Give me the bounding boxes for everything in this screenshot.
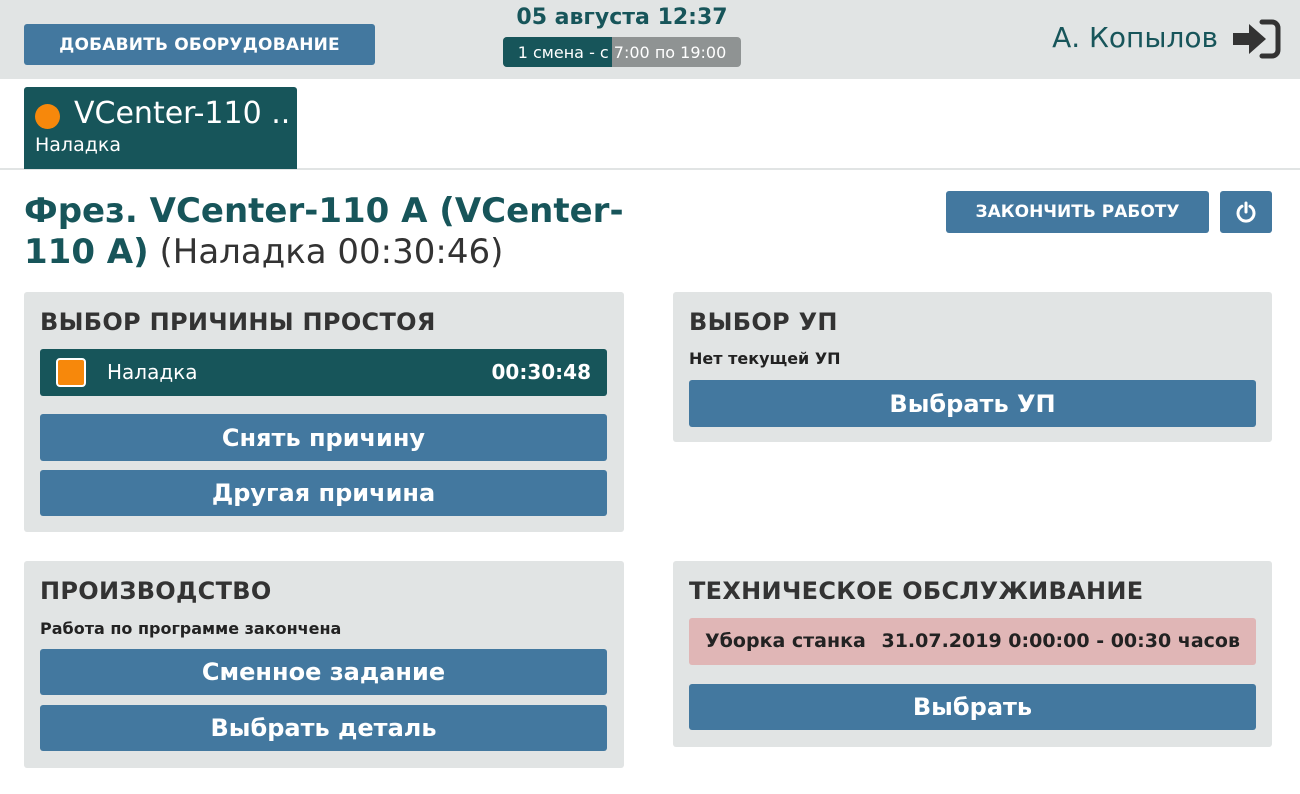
maintenance-title: ТЕХНИЧЕСКОЕ ОБСЛУЖИВАНИЕ — [689, 577, 1144, 605]
machine-tab-status: Наладка — [35, 134, 121, 156]
production-title: ПРОИЗВОДСТВО — [40, 577, 272, 605]
remove-reason-button[interactable]: Снять причину — [40, 414, 607, 461]
reason-timer: 00:30:48 — [491, 360, 592, 384]
maintenance-item-schedule: 31.07.2019 0:00:00 - 00:30 часов — [881, 630, 1240, 652]
machine-tab[interactable]: VCenter-110 .. Наладка — [24, 87, 297, 169]
status-dot-icon — [35, 104, 60, 129]
reason-color-swatch — [56, 358, 86, 387]
select-program-button[interactable]: Выбрать УП — [689, 380, 1256, 427]
select-maintenance-button[interactable]: Выбрать — [689, 684, 1256, 730]
power-icon — [1236, 201, 1256, 223]
program-panel: ВЫБОР УП Нет текущей УП Выбрать УП — [673, 292, 1272, 442]
production-note: Работа по программе закончена — [40, 619, 342, 638]
reason-label: Наладка — [107, 360, 198, 384]
downtime-panel: ВЫБОР ПРИЧИНЫ ПРОСТОЯ Наладка 00:30:48 С… — [24, 292, 624, 532]
production-panel: ПРОИЗВОДСТВО Работа по программе законче… — [24, 561, 624, 768]
maintenance-item-name: Уборка станка — [705, 630, 866, 652]
current-datetime: 05 августа 12:37 — [516, 5, 728, 30]
other-reason-button[interactable]: Другая причина — [40, 470, 607, 516]
power-button[interactable] — [1220, 191, 1272, 233]
program-title: ВЫБОР УП — [689, 308, 838, 336]
user-name[interactable]: А. Копылов — [1052, 21, 1218, 54]
downtime-title: ВЫБОР ПРИЧИНЫ ПРОСТОЯ — [40, 308, 436, 336]
program-note: Нет текущей УП — [689, 349, 841, 368]
maintenance-item-row[interactable]: Уборка станка 31.07.2019 0:00:00 - 00:30… — [689, 618, 1256, 665]
finish-work-button[interactable]: ЗАКОНЧИТЬ РАБОТУ — [946, 191, 1209, 233]
add-equipment-button[interactable]: ДОБАВИТЬ ОБОРУДОВАНИЕ — [24, 24, 375, 65]
top-bar: ДОБАВИТЬ ОБОРУДОВАНИЕ 05 августа 12:37 1… — [0, 0, 1300, 79]
current-reason-row[interactable]: Наладка 00:30:48 — [40, 349, 607, 396]
shift-label: 1 смена - с 7:00 по 19:00 — [517, 42, 727, 62]
select-part-button[interactable]: Выбрать деталь — [40, 705, 607, 751]
machine-state: (Наладка 00:30:46) — [159, 232, 504, 272]
maintenance-panel: ТЕХНИЧЕСКОЕ ОБСЛУЖИВАНИЕ Уборка станка 3… — [673, 561, 1272, 747]
shift-progress-bar: 1 смена - с 7:00 по 19:00 — [503, 37, 741, 67]
shift-task-button[interactable]: Сменное задание — [40, 649, 607, 695]
machine-tab-title: VCenter-110 .. — [74, 96, 291, 131]
logout-arrow-icon[interactable] — [1232, 18, 1282, 60]
machine-title: Фрез. VCenter-110 A (VCenter-110 A) (Нал… — [24, 191, 644, 273]
